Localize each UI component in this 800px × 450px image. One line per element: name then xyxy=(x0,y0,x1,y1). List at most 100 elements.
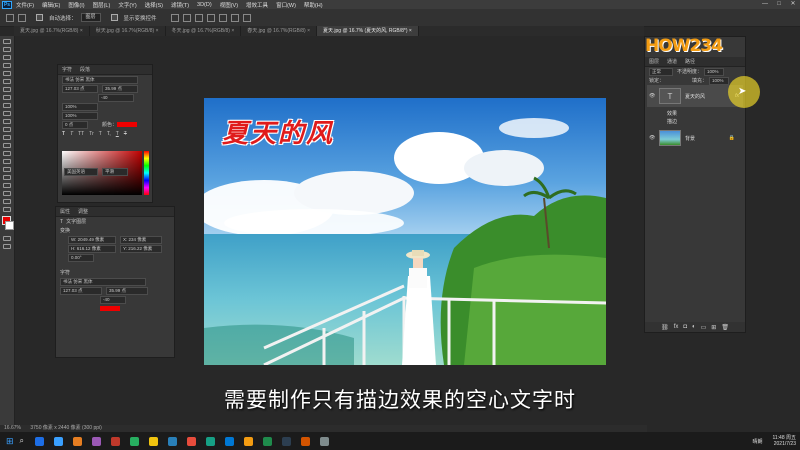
screen-mode-icon[interactable] xyxy=(3,244,11,249)
rotation-angle-field[interactable]: 0.00° xyxy=(68,253,94,262)
zoom-level[interactable]: 16.67% xyxy=(4,425,21,431)
menu-3d[interactable]: 3D(D) xyxy=(197,2,212,8)
canvas-title-text[interactable]: 夏天的风 xyxy=(222,113,334,150)
menu-edit[interactable]: 编辑(E) xyxy=(42,1,60,9)
type-tool-icon[interactable] xyxy=(3,167,11,172)
add-style-icon[interactable]: fx xyxy=(674,324,679,330)
taskbar-app-icon[interactable] xyxy=(301,436,311,446)
tab-doc-active[interactable]: 夏天.jpg @ 16.7% (夏天的风, RGB/8*) × xyxy=(317,26,419,36)
gradient-tool-icon[interactable] xyxy=(3,135,11,140)
align-right-icon[interactable] xyxy=(194,13,203,22)
tab-doc-4[interactable]: 春天.jpg @ 16.7%(RGB/8) × xyxy=(241,26,317,36)
clock-date[interactable]: 2021/7/23 xyxy=(772,441,796,447)
tab-doc-1[interactable]: 夏天.jpg @ 16.7%(RGB/8) × xyxy=(14,26,90,36)
menu-help[interactable]: 帮助(H) xyxy=(304,1,323,9)
taskbar-app-icon[interactable] xyxy=(206,436,216,446)
props-font-size-field[interactable]: 127.03 点 xyxy=(60,286,102,295)
visibility-eye-icon[interactable]: 👁 xyxy=(649,93,655,99)
faux-bold-button[interactable]: T xyxy=(62,131,65,137)
taskbar-app-icon[interactable] xyxy=(187,436,197,446)
zoom-tool-icon[interactable] xyxy=(3,199,11,204)
photoshop-app-icon[interactable]: Ps xyxy=(2,0,12,9)
align-center-icon[interactable] xyxy=(182,13,191,22)
more-options-icon[interactable] xyxy=(242,13,251,22)
tracking-field[interactable]: -40 xyxy=(98,93,134,102)
history-brush-tool-icon[interactable] xyxy=(3,119,11,124)
tab-doc-3[interactable]: 冬天.jpg @ 16.7%(RGB/8) × xyxy=(166,26,242,36)
taskbar-app-icon[interactable] xyxy=(225,436,235,446)
opacity-field[interactable]: 100% xyxy=(704,67,725,76)
vertical-scale-field[interactable]: 100% xyxy=(62,102,98,111)
auto-select-checkbox[interactable] xyxy=(36,14,43,21)
new-layer-icon[interactable]: ⊞ xyxy=(711,324,716,331)
taskbar-app-icon[interactable] xyxy=(73,436,83,446)
all-caps-button[interactable]: TT xyxy=(78,131,84,137)
search-icon[interactable]: ⌕ xyxy=(20,436,24,446)
text-color-swatch[interactable] xyxy=(117,122,138,127)
show-transform-checkbox[interactable] xyxy=(110,14,118,21)
superscript-button[interactable]: T xyxy=(99,131,102,137)
windows-start-icon[interactable]: ⊞ xyxy=(6,436,14,447)
taskbar-app-icon[interactable] xyxy=(282,436,292,446)
close-button[interactable]: ✕ xyxy=(786,0,800,9)
taskbar-app-icon[interactable] xyxy=(149,436,159,446)
subscript-button[interactable]: T, xyxy=(107,131,111,137)
taskbar-app-icon[interactable] xyxy=(92,436,102,446)
menu-select[interactable]: 选择(S) xyxy=(145,1,163,9)
small-caps-button[interactable]: Tr xyxy=(89,131,94,137)
props-font-family-select[interactable]: 书法 仿宋 黑体 xyxy=(60,277,146,286)
healing-brush-tool-icon[interactable] xyxy=(3,95,11,100)
tab-doc-2[interactable]: 秋天.jpg @ 16.7%(RGB/8) × xyxy=(90,26,166,36)
width-field[interactable]: W: 2049.49 像素 xyxy=(68,235,116,244)
menu-plugins[interactable]: 增效工具 xyxy=(246,1,268,9)
props-color-swatch[interactable] xyxy=(100,306,120,311)
tab-character[interactable]: 字符 xyxy=(58,66,76,73)
strikethrough-button[interactable]: T xyxy=(124,131,127,137)
fill-field[interactable]: 100% xyxy=(709,76,730,85)
tab-channels[interactable]: 通道 xyxy=(663,58,681,65)
delete-layer-icon[interactable]: 🗑 xyxy=(721,324,729,331)
marquee-tool-icon[interactable] xyxy=(3,47,11,52)
taskbar-app-icon[interactable] xyxy=(54,436,64,446)
layer-row-background[interactable]: 👁 背景 🔒 xyxy=(647,127,743,149)
tab-paragraph[interactable]: 段落 xyxy=(76,66,94,73)
background-color-swatch[interactable] xyxy=(5,221,14,230)
align-left-icon[interactable] xyxy=(170,13,179,22)
taskbar-app-icon[interactable] xyxy=(168,436,178,446)
clone-stamp-tool-icon[interactable] xyxy=(3,111,11,116)
shape-tool-icon[interactable] xyxy=(3,183,11,188)
tab-adjustments[interactable]: 调整 xyxy=(74,208,92,215)
hue-slider[interactable] xyxy=(144,151,149,195)
tab-layers[interactable]: 图层 xyxy=(645,58,663,65)
edit-toolbar-icon[interactable] xyxy=(3,207,11,212)
height-field[interactable]: H: 616.12 像素 xyxy=(68,244,116,253)
tab-paths[interactable]: 路径 xyxy=(681,58,699,65)
new-group-icon[interactable]: ▭ xyxy=(701,324,707,331)
leading-field[interactable]: 35.99 点 xyxy=(102,84,138,93)
baseline-shift-field[interactable]: 0 点 xyxy=(62,120,88,129)
taskbar-app-icon[interactable] xyxy=(320,436,330,446)
layer-name[interactable]: 背景 xyxy=(685,135,695,142)
hand-tool-icon[interactable] xyxy=(3,191,11,196)
horizontal-scale-field[interactable]: 100% xyxy=(62,111,98,120)
maximize-button[interactable]: □ xyxy=(772,0,786,9)
taskbar-app-icon[interactable] xyxy=(35,436,45,446)
move-tool-icon[interactable] xyxy=(18,13,26,22)
language-select[interactable]: 美国英语 xyxy=(64,167,98,176)
quick-mask-icon[interactable] xyxy=(3,236,11,241)
quick-select-tool-icon[interactable] xyxy=(3,63,11,68)
taskbar-app-icon[interactable] xyxy=(111,436,121,446)
effects-row[interactable]: 效果 xyxy=(647,109,763,117)
font-size-field[interactable]: 127.03 点 xyxy=(62,84,98,93)
tab-properties[interactable]: 属性 xyxy=(56,208,74,215)
character-section-label[interactable]: 字符 xyxy=(60,269,70,276)
dodge-tool-icon[interactable] xyxy=(3,151,11,156)
auto-select-dropdown[interactable]: 图层 xyxy=(80,13,101,22)
visibility-eye-icon[interactable]: 👁 xyxy=(649,135,655,141)
align-top-icon[interactable] xyxy=(206,13,215,22)
faux-italic-button[interactable]: T xyxy=(70,131,73,137)
link-layers-icon[interactable]: ⛓ xyxy=(661,324,669,331)
align-middle-icon[interactable] xyxy=(218,13,227,22)
antialias-select[interactable]: 平滑 xyxy=(102,167,128,176)
weather-label[interactable]: 晴朗 xyxy=(752,438,762,445)
